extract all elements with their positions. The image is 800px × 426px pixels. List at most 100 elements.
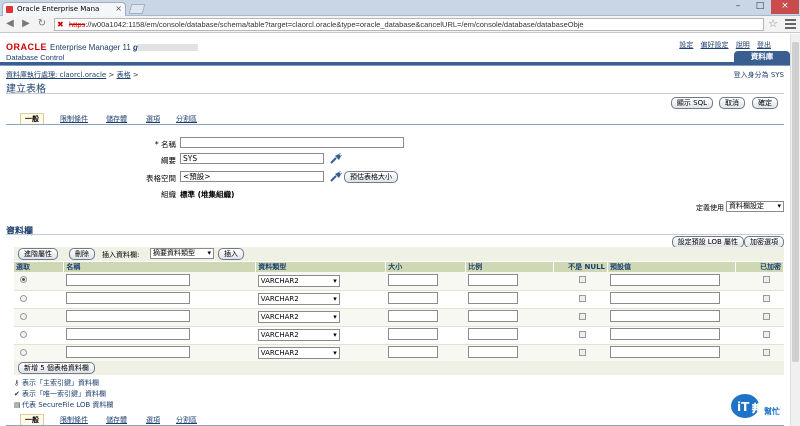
insert-column-type-select[interactable]: 摘要資料類型: [150, 248, 214, 259]
tab-storage[interactable]: 儲存體: [106, 114, 127, 124]
column-datatype-select[interactable]: VARCHAR2: [257, 311, 340, 323]
column-name-input[interactable]: [65, 310, 190, 322]
encrypted-checkbox[interactable]: [762, 276, 770, 284]
browser-tab[interactable]: Oracle Enterprise Mana ×: [2, 2, 126, 16]
row-select-radio[interactable]: [20, 294, 27, 302]
tab-partitions-bottom[interactable]: 分割區: [176, 415, 197, 425]
row-select-radio[interactable]: [20, 330, 27, 338]
tablespace-input[interactable]: <預設>: [180, 171, 324, 182]
reload-icon[interactable]: ↻: [36, 18, 48, 30]
tablespace-search-flashlight-icon[interactable]: [330, 171, 342, 182]
forward-icon[interactable]: ▶: [20, 18, 32, 30]
encrypted-checkbox[interactable]: [762, 294, 770, 302]
setup-link[interactable]: 設定: [679, 41, 693, 49]
column-scale-input[interactable]: [467, 310, 518, 322]
tab-options-bottom[interactable]: 選項: [146, 415, 160, 425]
column-name-input[interactable]: [65, 292, 190, 304]
breadcrumb-db-instance[interactable]: 資料庫執行處理: claorcl.oracle: [6, 71, 106, 79]
col-header-name: 名稱: [63, 262, 257, 272]
tab-general[interactable]: 一般: [20, 113, 44, 124]
row-select-radio[interactable]: [20, 312, 27, 320]
column-size-input[interactable]: [387, 310, 438, 322]
column-name-input[interactable]: [65, 346, 190, 358]
encrypted-checkbox[interactable]: [762, 348, 770, 356]
minimize-icon[interactable]: –: [728, 0, 748, 14]
column-name-input[interactable]: [65, 328, 190, 340]
ok-button[interactable]: 確定: [752, 97, 778, 109]
ithome-watermark-logo: iT 邦 幫忙: [731, 394, 780, 418]
tab-constraints-bottom[interactable]: 限制條件: [60, 415, 88, 425]
tab-partitions[interactable]: 分割區: [176, 114, 197, 124]
tab-storage-bottom[interactable]: 儲存體: [106, 415, 127, 425]
organization-label: 組織: [161, 190, 176, 199]
help-link[interactable]: 說明: [736, 41, 750, 49]
page-scrollbar[interactable]: [790, 34, 800, 426]
oracle-favicon-icon: [6, 6, 13, 13]
schema-input[interactable]: SYS: [180, 153, 324, 164]
column-scale-input[interactable]: [467, 292, 518, 304]
column-datatype-select[interactable]: VARCHAR2: [257, 329, 340, 341]
name-input[interactable]: [180, 137, 404, 148]
database-tab[interactable]: 資料庫: [734, 51, 790, 62]
tab-options[interactable]: 選項: [146, 114, 160, 124]
column-scale-input[interactable]: [467, 328, 518, 340]
table-row: VARCHAR2: [14, 272, 784, 291]
bookmark-star-icon[interactable]: ☆: [768, 18, 778, 30]
insert-button[interactable]: 插入: [218, 248, 244, 260]
maximize-icon[interactable]: □: [750, 0, 770, 14]
new-tab-button[interactable]: [128, 4, 146, 14]
columns-table-header: 選取 名稱 資料類型 大小 比例 不是 NULL 預設值 已加密: [14, 262, 785, 272]
close-tab-icon[interactable]: ×: [115, 3, 122, 15]
column-scale-input[interactable]: [467, 273, 518, 286]
schema-label: 綱要: [161, 156, 176, 165]
col-header-select: 選取: [14, 262, 65, 272]
row-select-radio[interactable]: [20, 348, 27, 356]
tablespace-label: 表格空間: [146, 174, 176, 183]
column-name-input[interactable]: [65, 273, 190, 286]
close-window-icon[interactable]: ×: [771, 0, 799, 14]
preferences-link[interactable]: 偏好設定: [701, 41, 729, 49]
delete-button[interactable]: 刪除: [69, 248, 95, 260]
breadcrumb-tables[interactable]: 表格: [117, 71, 131, 79]
encrypted-checkbox[interactable]: [762, 330, 770, 338]
column-datatype-select[interactable]: VARCHAR2: [257, 293, 340, 305]
tab-general-bottom[interactable]: 一般: [20, 414, 44, 425]
browser-menu-icon[interactable]: [785, 19, 796, 29]
scrollbar-thumb[interactable]: [792, 42, 799, 362]
encrypted-checkbox[interactable]: [762, 312, 770, 320]
column-size-input[interactable]: [387, 346, 438, 358]
column-default-input[interactable]: [609, 328, 720, 340]
column-size-input[interactable]: [387, 292, 438, 304]
column-default-input[interactable]: [609, 273, 720, 286]
column-scale-input[interactable]: [467, 346, 518, 358]
watermark-bang: 邦: [752, 402, 762, 415]
not-null-checkbox[interactable]: [578, 312, 586, 320]
not-null-checkbox[interactable]: [578, 330, 586, 338]
column-default-input[interactable]: [609, 292, 720, 304]
not-null-checkbox[interactable]: [578, 294, 586, 302]
schema-search-flashlight-icon[interactable]: [330, 153, 342, 164]
column-default-input[interactable]: [609, 346, 720, 358]
define-using-select[interactable]: 資料欄設定: [726, 201, 784, 212]
table-row: VARCHAR2: [14, 308, 784, 327]
column-datatype-select[interactable]: VARCHAR2: [257, 274, 340, 287]
row-select-radio[interactable]: [20, 276, 27, 284]
column-size-input[interactable]: [387, 328, 438, 340]
cancel-button[interactable]: 取消: [719, 97, 745, 109]
not-null-checkbox[interactable]: [578, 276, 586, 284]
address-bar[interactable]: ✖ https://w00a1042:1158/em/console/databa…: [54, 18, 764, 31]
column-default-input[interactable]: [609, 310, 720, 322]
back-icon[interactable]: ◀: [4, 18, 16, 30]
legend-unique-key: ✔ 表示「唯一索引鍵」資料欄: [14, 390, 106, 398]
tab-constraints[interactable]: 限制條件: [60, 114, 88, 124]
estimate-table-size-button[interactable]: 預估表格大小: [344, 171, 398, 183]
column-datatype-select[interactable]: VARCHAR2: [257, 347, 340, 359]
insert-column-label: 插入資料欄:: [102, 251, 140, 259]
logout-link[interactable]: 登出: [757, 41, 771, 49]
advanced-attributes-button[interactable]: 進階屬性: [18, 248, 58, 260]
not-null-checkbox[interactable]: [578, 348, 586, 356]
column-size-input[interactable]: [387, 273, 438, 286]
show-sql-button[interactable]: 顯示 SQL: [670, 97, 713, 109]
add-5-columns-button[interactable]: 新增 5 個表格資料欄: [18, 362, 95, 374]
col-header-encrypted: 已加密: [735, 262, 785, 272]
